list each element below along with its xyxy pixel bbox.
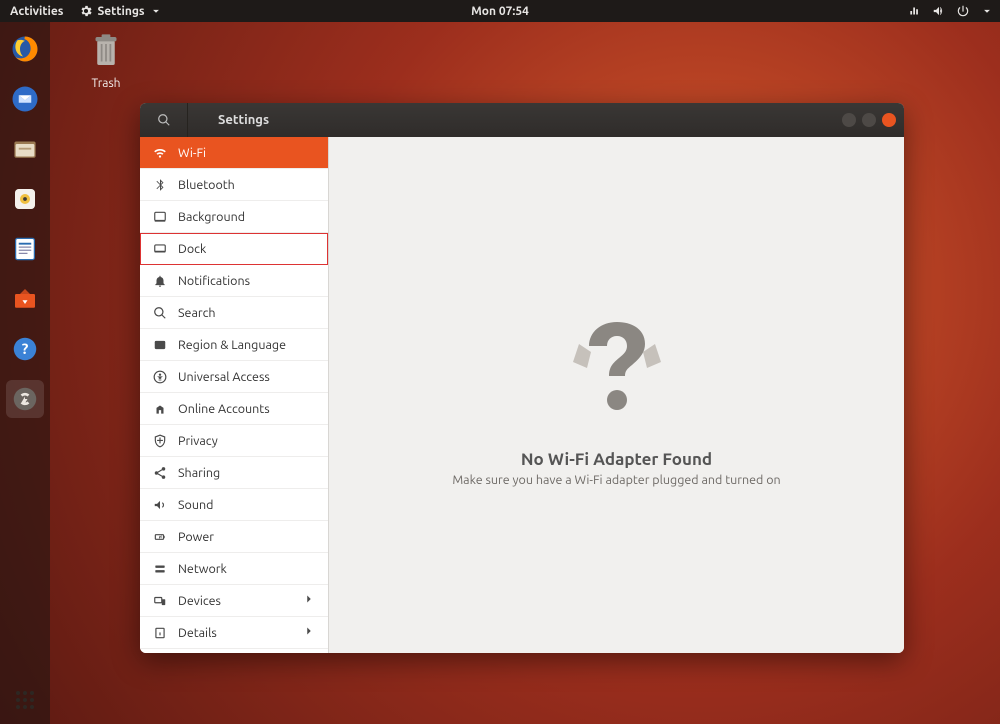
region-icon bbox=[153, 338, 167, 352]
sidebar-item-label: Bluetooth bbox=[178, 178, 235, 192]
settings-sidebar: Wi-Fi Bluetooth Background Dock Notifica… bbox=[140, 137, 329, 653]
sidebar-item-label: Sharing bbox=[178, 466, 220, 480]
accessibility-icon bbox=[153, 370, 167, 384]
chevron-right-icon bbox=[302, 592, 316, 606]
minimize-button[interactable] bbox=[842, 113, 856, 127]
content-pane: No Wi-Fi Adapter Found Make sure you hav… bbox=[329, 137, 904, 653]
content-subtext: Make sure you have a Wi-Fi adapter plugg… bbox=[452, 473, 780, 487]
sidebar-item-label: Background bbox=[178, 210, 245, 224]
software-icon bbox=[10, 284, 40, 314]
sidebar-item-label: Power bbox=[178, 530, 214, 544]
titlebar[interactable]: Settings bbox=[140, 103, 904, 137]
window-title: Settings bbox=[188, 113, 842, 127]
top-panel: Activities Settings Mon 07:54 bbox=[0, 0, 1000, 22]
rhythmbox-icon bbox=[10, 184, 40, 214]
sidebar-item-label: Region & Language bbox=[178, 338, 286, 352]
privacy-icon bbox=[153, 434, 167, 448]
help-icon: ? bbox=[10, 334, 40, 364]
sidebar-item-universal-access[interactable]: Universal Access bbox=[140, 361, 328, 393]
sidebar-item-details[interactable]: Details bbox=[140, 617, 328, 649]
dock-item-settings[interactable] bbox=[6, 380, 44, 418]
close-button[interactable] bbox=[882, 113, 896, 127]
sidebar-item-privacy[interactable]: Privacy bbox=[140, 425, 328, 457]
volume-icon[interactable] bbox=[932, 4, 946, 18]
sidebar-item-label: Privacy bbox=[178, 434, 218, 448]
sidebar-item-search[interactable]: Search bbox=[140, 297, 328, 329]
online-accounts-icon bbox=[153, 402, 167, 416]
desktop-trash[interactable]: Trash bbox=[85, 30, 127, 90]
chevron-down-icon bbox=[149, 4, 163, 18]
dock-item-writer[interactable] bbox=[6, 230, 44, 268]
bell-icon bbox=[153, 274, 167, 288]
dock-item-software[interactable] bbox=[6, 280, 44, 318]
settings-icon bbox=[10, 384, 40, 414]
search-icon bbox=[157, 113, 171, 127]
sidebar-item-label: Sound bbox=[178, 498, 213, 512]
content-headline: No Wi-Fi Adapter Found bbox=[521, 450, 712, 469]
writer-icon bbox=[10, 234, 40, 264]
sidebar-item-dock[interactable]: Dock bbox=[140, 233, 328, 265]
sidebar-item-label: Network bbox=[178, 562, 227, 576]
dock-item-firefox[interactable] bbox=[6, 30, 44, 68]
settings-window: Settings Wi-Fi Bluetooth Background D bbox=[140, 103, 904, 653]
sidebar-item-background[interactable]: Background bbox=[140, 201, 328, 233]
sidebar-item-sharing[interactable]: Sharing bbox=[140, 457, 328, 489]
sidebar-item-sound[interactable]: Sound bbox=[140, 489, 328, 521]
thunderbird-icon bbox=[10, 84, 40, 114]
sidebar-item-online-accounts[interactable]: Online Accounts bbox=[140, 393, 328, 425]
dock-item-thunderbird[interactable] bbox=[6, 80, 44, 118]
wifi-icon bbox=[153, 146, 167, 160]
sidebar-item-label: Universal Access bbox=[178, 370, 270, 384]
clock[interactable]: Mon 07:54 bbox=[471, 5, 529, 18]
devices-icon bbox=[153, 594, 167, 608]
question-illustration bbox=[557, 304, 677, 428]
firefox-icon bbox=[10, 34, 40, 64]
sound-icon bbox=[153, 498, 167, 512]
trash-icon bbox=[85, 30, 127, 72]
svg-text:?: ? bbox=[22, 340, 29, 357]
sidebar-item-label: Devices bbox=[178, 594, 221, 608]
search-button[interactable] bbox=[140, 103, 188, 137]
sidebar-item-region[interactable]: Region & Language bbox=[140, 329, 328, 361]
details-icon bbox=[153, 626, 167, 640]
search-icon bbox=[153, 306, 167, 320]
sidebar-item-wifi[interactable]: Wi-Fi bbox=[140, 137, 328, 169]
network-icon bbox=[153, 562, 167, 576]
sidebar-item-notifications[interactable]: Notifications bbox=[140, 265, 328, 297]
background-icon bbox=[153, 210, 167, 224]
sidebar-item-power[interactable]: Power bbox=[140, 521, 328, 553]
sidebar-item-network[interactable]: Network bbox=[140, 553, 328, 585]
dock: ? bbox=[0, 22, 50, 724]
desktop-trash-label: Trash bbox=[85, 77, 127, 90]
sidebar-item-bluetooth[interactable]: Bluetooth bbox=[140, 169, 328, 201]
sidebar-item-label: Notifications bbox=[178, 274, 250, 288]
power-icon bbox=[153, 530, 167, 544]
sidebar-item-devices[interactable]: Devices bbox=[140, 585, 328, 617]
apps-grid-icon bbox=[16, 691, 34, 709]
chevron-right-icon bbox=[302, 624, 316, 638]
sidebar-item-label: Dock bbox=[178, 242, 206, 256]
sidebar-item-label: Wi-Fi bbox=[178, 146, 206, 160]
app-menu-label: Settings bbox=[97, 5, 144, 18]
sidebar-item-label: Online Accounts bbox=[178, 402, 270, 416]
sidebar-item-label: Details bbox=[178, 626, 217, 640]
dock-item-help[interactable]: ? bbox=[6, 330, 44, 368]
sidebar-item-label: Search bbox=[178, 306, 216, 320]
network-icon[interactable] bbox=[908, 4, 922, 18]
app-menu-button[interactable]: Settings bbox=[75, 4, 166, 18]
apps-button[interactable] bbox=[11, 686, 39, 714]
chevron-down-icon[interactable] bbox=[980, 4, 994, 18]
gear-icon bbox=[79, 4, 93, 18]
bluetooth-icon bbox=[153, 178, 167, 192]
files-icon bbox=[10, 134, 40, 164]
dock-item-files[interactable] bbox=[6, 130, 44, 168]
power-icon[interactable] bbox=[956, 4, 970, 18]
activities-button[interactable]: Activities bbox=[6, 5, 67, 18]
maximize-button[interactable] bbox=[862, 113, 876, 127]
dock-item-rhythmbox[interactable] bbox=[6, 180, 44, 218]
share-icon bbox=[153, 466, 167, 480]
dock-icon bbox=[153, 242, 167, 256]
